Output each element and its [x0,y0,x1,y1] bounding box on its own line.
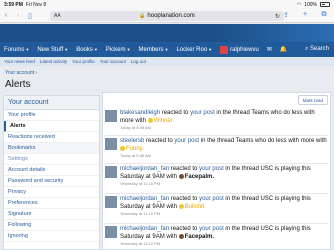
avatar[interactable] [105,138,117,150]
alert-reaction: Facepalm. [184,174,215,180]
alert-username[interactable]: blakesandleigh [120,110,160,116]
sidebar-item-privacy[interactable]: Privacy [4,187,99,198]
alert-reaction: Facepalm. [184,234,215,240]
sidebar-item-signature[interactable]: Signature [4,209,99,220]
alert-username[interactable]: michaeljordan_fan [120,166,169,172]
avatar[interactable] [105,226,117,238]
alert-time: Yesterday at 11:15 PM [120,211,161,216]
avatar [220,45,229,54]
status-bar: 3:59 PM Fri Nov 8 ◠ 100% [0,0,334,9]
breadcrumb[interactable]: Your account › [5,70,37,76]
alert-divider [105,223,328,224]
username: ralphiewvu [230,46,259,53]
alert-post-link[interactable]: your post [174,138,199,144]
subnav-your-account[interactable]: Your account [100,59,126,64]
chevron-down-icon: ▼ [93,46,98,52]
sidebar-item-account-details[interactable]: Account details [4,165,99,176]
sidebar-item-your-profile[interactable]: Your profile [4,110,99,121]
reaction-icon [178,203,184,209]
nav-books[interactable]: Books▼ [72,47,102,53]
alert-reaction: Bullshit. [184,204,206,210]
search-button[interactable]: ⌕ Search [301,46,334,53]
url-text: 🔒 hooplanation.com [139,13,195,19]
sidebar-item-reactions-received[interactable]: Reactions received [4,132,99,143]
alert-post-link[interactable]: your post [199,166,224,172]
nav-pickem[interactable]: Pickem▼ [102,47,135,53]
chevron-down-icon: ▼ [64,46,69,52]
subnav-news-feed[interactable]: Your news feed [4,59,35,64]
status-date: Fri Nov 8 [25,1,47,8]
sidebar-item-preferences[interactable]: Preferences [4,198,99,209]
chevron-down-icon: ▼ [208,46,213,52]
plus-icon[interactable]: + [299,11,311,19]
alert-reaction: Winner. [153,118,175,124]
subnav-your-profile[interactable]: Your profile [72,59,95,64]
subnav-latest-activity[interactable]: Latest activity [40,59,67,64]
alert-time: Yesterday at 11:12 PM [120,241,161,246]
alert-divider [105,163,328,164]
user-menu[interactable]: ralphiewvu [216,45,263,54]
sidebar-item-following[interactable]: Following [4,220,99,231]
alerts-panel: Mark read blakesandleigh reacted to your… [102,92,331,250]
forward-icon[interactable]: › [12,12,24,19]
tabs-icon[interactable]: ⧉ [318,11,330,19]
mark-read-button[interactable]: Mark read [297,95,328,105]
inbox-icon[interactable]: ✉ [263,46,276,53]
sidebar-item-settings: Settings [4,154,99,165]
browser-toolbar: ‹ › ▯ AA 🔒 hooplanation.com ↻ ⇪ + ⧉ [0,9,334,23]
alert-time: Yesterday at 11:16 PM [120,181,161,186]
sidebar-header: Your account [4,96,99,110]
nav-new-stuff[interactable]: New Stuff▼ [33,47,72,53]
account-sidebar: Your account Your profile Alerts Reactions… [3,95,100,250]
sidebar-item-bookmarks[interactable]: Bookmarks [4,143,99,154]
sidebar-item-password-and-security[interactable]: Password and security [4,176,99,187]
battery-percent: 100% [304,1,317,8]
alert-username[interactable]: steelersb [120,138,144,144]
sub-nav: Your news feed Latest activity Your prof… [0,57,334,66]
reaction-icon [147,117,153,123]
nav-forums[interactable]: Forums▼ [0,47,33,53]
avatar[interactable] [105,196,117,208]
alert-username[interactable]: michaeljordan_fan [120,226,169,232]
reaction-icon [178,173,184,179]
reaction-icon [120,145,125,151]
chevron-down-icon: ▼ [25,46,30,52]
alert-post-link[interactable]: your post [199,196,224,202]
back-icon[interactable]: ‹ [0,12,12,19]
page-title: Alerts [5,79,31,90]
reaction-icon [178,233,184,239]
site-banner [0,24,334,42]
avatar[interactable] [105,166,117,178]
alert-username[interactable]: michaeljordan_fan [120,196,169,202]
bookmarks-icon[interactable]: ▯ [24,12,36,20]
alert-divider [105,193,328,194]
alert-post-link[interactable]: your post [199,226,224,232]
bell-icon[interactable]: 🔔 [276,46,291,53]
chevron-down-icon: ▼ [164,46,169,52]
nav-members[interactable]: Members▼ [134,47,172,53]
share-icon[interactable]: ⇪ [280,11,292,19]
sidebar-item-ignoring[interactable]: Ignoring [4,231,99,242]
alert-text: michaeljordan_fan reacted to your post i… [120,195,330,217]
avatar[interactable] [105,110,117,122]
battery-icon [320,2,330,7]
alert-text: michaeljordan_fan reacted to your post i… [120,165,330,187]
alert-time: Today at 5:48 AM [120,153,151,158]
alert-divider [105,135,328,136]
alert-text: michaeljordan_fan reacted to your post i… [120,225,330,247]
address-bar[interactable]: AA 🔒 hooplanation.com ↻ [50,11,284,21]
main-nav: Forums▼ New Stuff▼ Books▼ Pickem▼ Member… [0,42,334,57]
chevron-down-icon: ▼ [126,46,131,52]
alert-reaction: Funny. [126,146,144,152]
alert-post-link[interactable]: your post [190,110,215,116]
alert-text: blakesandleigh reacted to your post in t… [120,109,330,131]
nav-locker-room[interactable]: Locker Roo▼ [172,47,216,53]
alert-time: Today at 5:48 AM [120,125,151,130]
lock-icon: 🔒 [139,13,146,19]
alert-text: steelersb reacted to your post in the th… [120,137,330,159]
sidebar-item-alerts[interactable]: Alerts [4,121,99,132]
wifi-icon: ◠ [296,1,302,8]
status-time: 3:59 PM [4,1,23,8]
subnav-log-out[interactable]: Log out [131,59,146,64]
